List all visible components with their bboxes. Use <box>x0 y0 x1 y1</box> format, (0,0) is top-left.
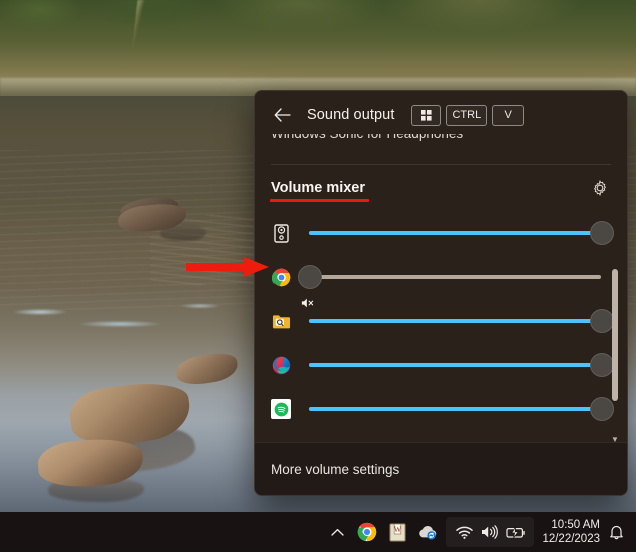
clock-time: 10:50 AM <box>551 518 600 532</box>
wallpaper-foam <box>0 300 250 340</box>
speaker-device-icon[interactable] <box>271 223 291 243</box>
spatial-audio-option-clipped[interactable]: Windows Sonic for Headphones <box>255 134 627 158</box>
volume-mixer-list: ▲ ▼ <box>255 205 627 447</box>
speaker-icon[interactable] <box>478 517 502 547</box>
wifi-icon[interactable] <box>452 517 476 547</box>
battery-charging-icon[interactable] <box>504 517 528 547</box>
slider-thumb[interactable] <box>298 265 322 289</box>
book-icon[interactable]: W <box>382 517 412 547</box>
volume-mixer-title-wrap: Volume mixer <box>271 179 365 197</box>
taskbar: W <box>0 512 636 552</box>
panel-header: Sound output CTRL V <box>255 96 627 134</box>
mixer-row-photos <box>255 299 627 343</box>
clock-date: 12/22/2023 <box>542 532 600 546</box>
slider-photos[interactable] <box>309 309 601 333</box>
system-tray-group[interactable] <box>446 517 534 547</box>
page-title: Sound output <box>307 107 394 123</box>
spatial-audio-label: Windows Sonic for Headphones <box>271 134 463 141</box>
volume-mixer-title: Volume mixer <box>271 180 365 196</box>
slider-fill <box>309 363 601 367</box>
volume-mixer-header: Volume mixer <box>255 165 627 199</box>
chrome-icon[interactable] <box>271 267 291 287</box>
photos-folder-icon[interactable] <box>271 311 291 331</box>
gear-icon[interactable] <box>589 177 611 199</box>
ctrl-key-chip: CTRL <box>446 105 487 126</box>
panel-footer: More volume settings <box>255 442 627 495</box>
more-volume-settings-link[interactable]: More volume settings <box>271 462 399 477</box>
scrollbar-thumb[interactable] <box>612 269 618 401</box>
bell-icon[interactable] <box>604 517 628 547</box>
cloud-sync-icon[interactable] <box>412 517 442 547</box>
mixer-row-spotify <box>255 387 627 431</box>
mixer-row-edge <box>255 343 627 387</box>
slider-fill <box>309 231 601 235</box>
mixer-scrollbar[interactable]: ▲ ▼ <box>609 205 621 447</box>
svg-text:W: W <box>394 525 402 534</box>
spotify-icon[interactable] <box>271 399 291 419</box>
slider-spotify[interactable] <box>309 397 601 421</box>
slider-chrome[interactable] <box>309 265 601 289</box>
slider-edge[interactable] <box>309 353 601 377</box>
chrome-tray-icon[interactable] <box>352 517 382 547</box>
mixer-row-chrome <box>255 255 627 299</box>
chevron-up-icon[interactable] <box>322 517 352 547</box>
slider-track <box>309 275 601 279</box>
edge-icon[interactable] <box>271 355 291 375</box>
back-arrow-icon[interactable] <box>269 102 295 128</box>
sound-output-flyout: Sound output CTRL V Windows Sonic for He… <box>254 90 628 496</box>
red-underline-annotation <box>270 199 369 202</box>
slider-fill <box>309 407 601 411</box>
shortcut-hint: CTRL V <box>406 105 524 126</box>
slider-fill <box>309 319 601 323</box>
windows-key-icon <box>411 105 441 126</box>
slider-system[interactable] <box>309 221 601 245</box>
v-key-chip: V <box>492 105 524 126</box>
mixer-row-system <box>255 211 627 255</box>
taskbar-clock[interactable]: 10:50 AM 12/22/2023 <box>542 518 600 547</box>
